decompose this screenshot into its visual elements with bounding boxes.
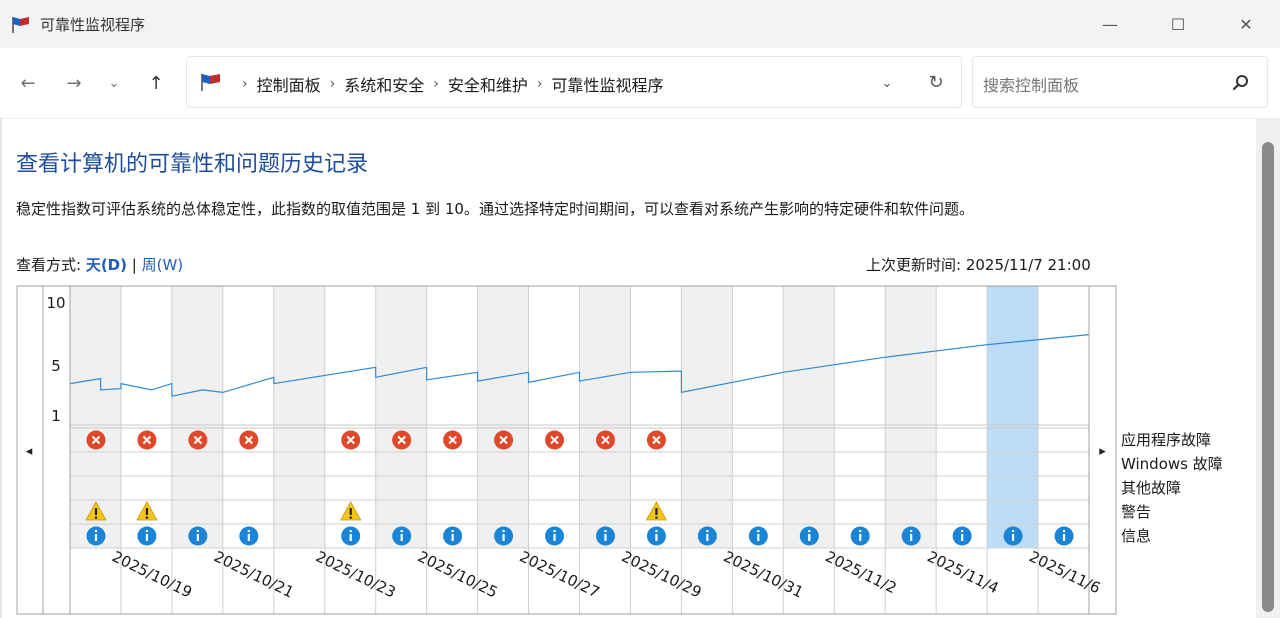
warning-icon[interactable] (349, 516, 352, 519)
y-tick-label: 1 (51, 407, 61, 425)
day-column[interactable] (528, 286, 580, 548)
info-icon[interactable] (655, 534, 658, 541)
info-icon[interactable] (961, 530, 964, 533)
chevron-left-icon[interactable]: ◂ (26, 444, 33, 459)
info-icon[interactable] (400, 534, 403, 541)
info-icon[interactable] (349, 530, 352, 533)
day-column[interactable] (477, 286, 529, 548)
info-icon[interactable] (502, 534, 505, 541)
info-icon[interactable] (604, 534, 607, 541)
info-icon[interactable] (94, 530, 98, 533)
info-icon[interactable] (553, 534, 556, 541)
info-icon[interactable] (604, 530, 607, 533)
warning-icon[interactable] (145, 516, 149, 519)
x-tick-label: 2025/10/31 (721, 547, 807, 601)
info-icon[interactable] (400, 530, 403, 533)
x-tick-label: 2025/10/23 (313, 547, 399, 601)
info-icon[interactable] (145, 530, 149, 533)
x-tick-label: 2025/10/29 (619, 547, 705, 601)
day-column[interactable] (834, 286, 886, 548)
reliability-chart[interactable]: 10 5 1 2025/10/19 2025/10/21 2025/10/23 2025/1… (0, 0, 1280, 618)
day-column[interactable] (273, 286, 325, 548)
info-icon[interactable] (94, 534, 98, 541)
event-row-label: 信息 (1121, 527, 1152, 545)
info-icon[interactable] (859, 534, 862, 541)
info-icon[interactable] (196, 530, 199, 533)
warning-icon[interactable] (655, 508, 658, 515)
warning-icon[interactable] (94, 516, 98, 519)
event-row-label: 其他故障 (1121, 479, 1182, 497)
day-column[interactable] (375, 286, 427, 548)
day-column[interactable] (579, 286, 631, 548)
event-row-label: 应用程序故障 (1121, 431, 1212, 449)
warning-icon[interactable] (349, 508, 352, 515)
info-icon[interactable] (1062, 534, 1066, 541)
day-column[interactable] (171, 286, 223, 548)
x-tick-label: 2025/10/27 (517, 547, 603, 601)
day-column[interactable] (987, 286, 1039, 548)
day-column[interactable] (936, 286, 988, 548)
info-icon[interactable] (247, 530, 250, 533)
event-row-label: 警告 (1121, 503, 1152, 521)
event-row-label: Windows 故障 (1121, 455, 1223, 473)
info-icon[interactable] (808, 534, 811, 541)
day-column[interactable] (426, 286, 478, 548)
info-icon[interactable] (757, 534, 760, 541)
chevron-right-icon[interactable]: ▸ (1099, 444, 1106, 459)
day-column[interactable] (783, 286, 835, 548)
warning-icon[interactable] (655, 516, 658, 519)
info-icon[interactable] (502, 530, 505, 533)
info-icon[interactable] (961, 534, 964, 541)
x-tick-label: 2025/10/25 (415, 547, 501, 601)
x-tick-label: 2025/10/19 (109, 547, 195, 601)
y-tick-label: 5 (51, 357, 61, 375)
y-tick-label: 10 (46, 294, 65, 312)
info-icon[interactable] (1011, 530, 1015, 533)
info-icon[interactable] (1062, 530, 1066, 533)
info-icon[interactable] (451, 530, 454, 533)
info-icon[interactable] (247, 534, 250, 541)
info-icon[interactable] (196, 534, 199, 541)
x-tick-label: 2025/10/21 (211, 547, 297, 601)
info-icon[interactable] (910, 530, 913, 533)
info-icon[interactable] (706, 530, 709, 533)
info-icon[interactable] (706, 534, 709, 541)
info-icon[interactable] (451, 534, 454, 541)
day-column[interactable] (885, 286, 937, 548)
info-icon[interactable] (145, 534, 149, 541)
info-icon[interactable] (910, 534, 913, 541)
info-icon[interactable] (808, 530, 811, 533)
day-column[interactable] (681, 286, 733, 548)
info-icon[interactable] (859, 530, 862, 533)
warning-icon[interactable] (145, 508, 149, 515)
info-icon[interactable] (655, 530, 658, 533)
day-column[interactable] (222, 286, 274, 548)
info-icon[interactable] (349, 534, 352, 541)
info-icon[interactable] (1011, 534, 1015, 541)
warning-icon[interactable] (94, 508, 98, 515)
info-icon[interactable] (553, 530, 556, 533)
day-column[interactable] (732, 286, 784, 548)
info-icon[interactable] (757, 530, 760, 533)
day-column[interactable] (1038, 286, 1089, 548)
